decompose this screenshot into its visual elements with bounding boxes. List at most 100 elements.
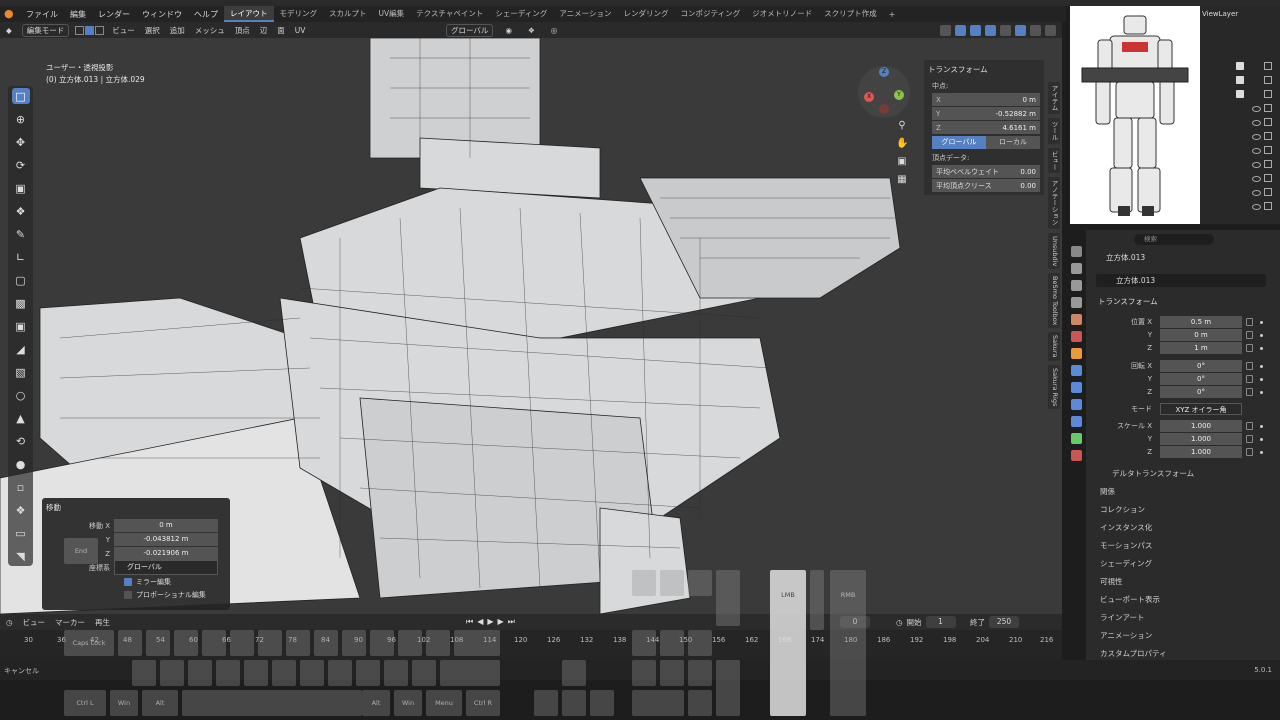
bevel-icon[interactable]: ◢ [12, 341, 30, 357]
move-z-field[interactable]: -0.021906 m [114, 547, 218, 560]
shading-render-icon[interactable] [1045, 24, 1056, 36]
eye-icon[interactable] [1252, 148, 1261, 154]
tab-tool[interactable]: ツール [1048, 118, 1060, 144]
move-icon[interactable]: ✥ [12, 134, 30, 150]
menu-window[interactable]: ウィンドウ [136, 9, 188, 20]
lock-icon[interactable] [1246, 422, 1253, 430]
world-tab-icon[interactable] [1070, 331, 1082, 342]
keyframe-dot-icon[interactable] [1260, 321, 1263, 324]
timeline-menu-view[interactable]: ビュー [23, 617, 46, 628]
camera-render-icon[interactable] [1264, 202, 1272, 210]
view-layer-label[interactable]: ViewLayer [1202, 10, 1238, 18]
jump-start-icon[interactable]: ⏮ [466, 617, 473, 627]
camera-render-icon[interactable] [1264, 90, 1272, 98]
scale-x-field[interactable]: 1.000 [1160, 420, 1242, 432]
menu-uv[interactable]: UV [295, 26, 306, 35]
timeline-editor-icon[interactable]: ◷ [6, 618, 13, 627]
keyframe-dot-icon[interactable] [1260, 391, 1263, 394]
workspace-tab-uv[interactable]: UV編集 [373, 6, 411, 22]
properties-search-input[interactable]: 検索 [1134, 234, 1214, 245]
eye-icon[interactable] [1252, 176, 1261, 182]
snap-icon[interactable]: ❖ [528, 26, 535, 35]
lock-icon[interactable] [1246, 388, 1253, 396]
vertex-select-icon[interactable] [75, 25, 85, 35]
rotation-mode-dropdown[interactable]: XYZ オイラー角 [1160, 403, 1242, 415]
cursor-icon[interactable]: ⊕ [12, 111, 30, 127]
camera-render-icon[interactable] [1264, 132, 1272, 140]
scale-y-field[interactable]: 1.000 [1160, 433, 1242, 445]
scene-tab-icon[interactable] [1070, 314, 1082, 325]
rotation-z-field[interactable]: 0° [1160, 386, 1242, 398]
workspace-tab-texture-paint[interactable]: テクスチャペイント [410, 6, 489, 22]
bevel-weight-field[interactable]: 平均ベベルウェイト 0.00 [932, 165, 1040, 178]
select-box-icon[interactable]: □ [11, 88, 30, 104]
workspace-tab-compositing[interactable]: コンポジティング [675, 6, 747, 22]
workspace-tab-rendering[interactable]: レンダリング [618, 6, 675, 22]
timeline-scrubber[interactable]: 30 36 42 48 54 60 66 72 78 84 90 96 102 … [0, 630, 1062, 660]
workspace-tab-animation[interactable]: アニメーション [553, 6, 617, 22]
rotate-icon[interactable]: ⟳ [12, 157, 30, 173]
menu-select[interactable]: 選択 [145, 25, 160, 36]
add-workspace-button[interactable]: + [883, 10, 902, 19]
proportional-icon[interactable]: ◎ [551, 26, 558, 35]
render-tab-icon[interactable] [1070, 263, 1082, 274]
location-x-field[interactable]: 0.5 m [1160, 316, 1242, 328]
collections-section[interactable]: コレクション [1100, 504, 1145, 515]
lock-icon[interactable] [1246, 448, 1253, 456]
pivot-icon[interactable]: ◉ [505, 26, 512, 35]
gizmo-icon[interactable] [955, 24, 966, 36]
zoom-icon[interactable]: ⚲ [896, 120, 908, 132]
face-select-icon[interactable] [95, 25, 105, 35]
workspace-tab-modeling[interactable]: モデリング [274, 6, 324, 22]
visibility-section[interactable]: 可視性 [1100, 576, 1123, 587]
move-x-field[interactable]: 0 m [114, 519, 218, 532]
next-key-icon[interactable]: ▶ [498, 617, 504, 627]
output-tab-icon[interactable] [1070, 280, 1082, 291]
keyframe-dot-icon[interactable] [1260, 425, 1263, 428]
lock-icon[interactable] [1246, 435, 1253, 443]
eye-icon[interactable] [1252, 204, 1261, 210]
menu-edit[interactable]: 編集 [64, 9, 92, 20]
viewport-display-section[interactable]: ビューポート表示 [1100, 594, 1160, 605]
keyframe-dot-icon[interactable] [1260, 334, 1263, 337]
view-layer-tab-icon[interactable] [1070, 297, 1082, 308]
shading-solid-icon[interactable] [1015, 24, 1026, 36]
instancing-section[interactable]: インスタンス化 [1100, 522, 1152, 533]
menu-render[interactable]: レンダー [92, 9, 136, 20]
transform-orientation-dropdown[interactable]: グローバル [446, 23, 494, 37]
smooth-icon[interactable]: ● [12, 456, 30, 472]
collection-checkbox[interactable] [1236, 90, 1244, 98]
median-x-field[interactable]: X0 m [932, 93, 1040, 106]
menu-view[interactable]: ビュー [112, 25, 135, 36]
visibility-icon[interactable] [940, 24, 951, 36]
move-y-field[interactable]: -0.043812 m [114, 533, 218, 546]
eye-icon[interactable] [1252, 162, 1261, 168]
menu-vertex[interactable]: 頂点 [235, 25, 250, 36]
crease-field[interactable]: 平均頂点クリース 0.00 [932, 179, 1040, 192]
keyframe-dot-icon[interactable] [1260, 347, 1263, 350]
prev-key-icon[interactable]: ◀ [477, 617, 483, 627]
annotate-icon[interactable]: ✎ [12, 226, 30, 242]
menu-edge[interactable]: 辺 [260, 25, 268, 36]
collection-checkbox[interactable] [1236, 62, 1244, 70]
particles-tab-icon[interactable] [1070, 382, 1082, 393]
camera-render-icon[interactable] [1264, 146, 1272, 154]
scale-icon[interactable]: ▣ [12, 180, 30, 196]
shrink-icon[interactable]: ❖ [12, 502, 30, 518]
axis-y-icon[interactable]: Y [894, 90, 904, 100]
camera-icon[interactable]: ▣ [896, 156, 908, 168]
editor-type-icon[interactable]: ◆ [6, 26, 12, 35]
keyframe-dot-icon[interactable] [1260, 451, 1263, 454]
navigation-gizmo[interactable]: Z Y X [858, 66, 910, 118]
scale-z-field[interactable]: 1.000 [1160, 446, 1242, 458]
tab-sakura[interactable]: Sakura [1048, 332, 1060, 361]
collection-checkbox[interactable] [1236, 76, 1244, 84]
lock-icon[interactable] [1246, 362, 1253, 370]
inset-icon[interactable]: ▣ [12, 318, 30, 334]
tab-annotation[interactable]: アノテーション [1048, 177, 1060, 229]
lock-icon[interactable] [1246, 375, 1253, 383]
eye-icon[interactable] [1252, 120, 1261, 126]
motion-paths-section[interactable]: モーションパス [1100, 540, 1152, 551]
end-frame-field[interactable]: 250 [989, 616, 1019, 628]
line-art-section[interactable]: ラインアート [1100, 612, 1145, 623]
